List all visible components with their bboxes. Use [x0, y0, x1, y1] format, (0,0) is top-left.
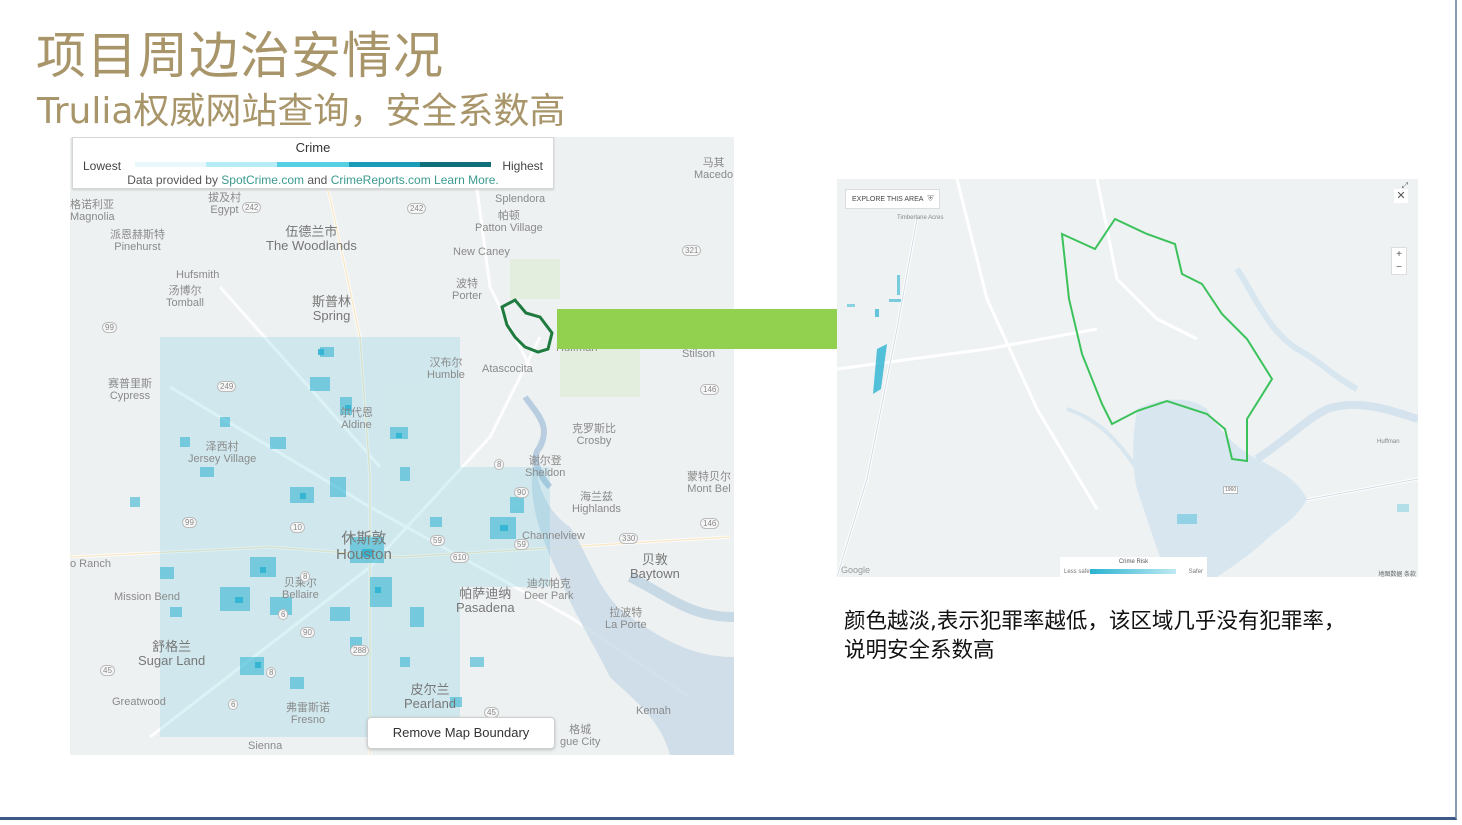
- place-label: Greatwood: [112, 696, 166, 708]
- place-label: Channelview: [522, 530, 585, 542]
- place-label: 弗雷斯诺 Fresno: [286, 702, 330, 726]
- crime-legend: Crime Lowest Highest Data provided by Sp…: [72, 137, 554, 189]
- description-line-1: 颜色越淡,表示犯罪率越低，该区域几乎没有犯罪率，: [844, 609, 1346, 634]
- source-and: and: [303, 173, 331, 187]
- route-shield: 90: [514, 487, 529, 498]
- route-shield: 99: [102, 322, 117, 333]
- place-label: 帕顿 Patton Village: [475, 210, 543, 234]
- legend-color-scale: [135, 162, 492, 167]
- legend-swatch: [277, 162, 349, 167]
- route-shield: 90: [300, 627, 315, 638]
- risk-color-scale: [1090, 569, 1176, 574]
- place-label: New Caney: [453, 246, 510, 258]
- route-shield: 59: [430, 535, 445, 546]
- place-label: 帕萨迪纳 Pasadena: [456, 586, 515, 615]
- crime-risk-map-detail[interactable]: Timberlane Acres Huffman 1960 EXPLORE TH…: [837, 179, 1418, 577]
- risk-legend-title: Crime Risk: [1118, 559, 1149, 565]
- place-label-timberlane: Timberlane Acres: [897, 215, 944, 221]
- shield-icon: ⛨: [927, 194, 934, 203]
- explore-label: EXPLORE THIS AREA: [852, 196, 924, 203]
- place-label: 赛普里斯 Cypress: [108, 378, 152, 402]
- route-shield: 610: [450, 552, 470, 563]
- place-label: 舒格兰 Sugar Land: [138, 639, 206, 668]
- route-shield: 330: [619, 533, 639, 544]
- crimereports-link[interactable]: CrimeReports.com: [331, 173, 431, 187]
- place-label: Splendora: [495, 193, 546, 205]
- route-shield: 288: [350, 645, 370, 656]
- zoom-in-button[interactable]: +: [1392, 248, 1406, 261]
- place-label: 尔代恩 Aldine: [340, 407, 373, 431]
- slide-subtitle: Trulia权威网站查询，安全系数高: [37, 91, 566, 132]
- place-label: 皮尔兰 Pearland: [404, 682, 457, 711]
- place-label: 波特 Porter: [452, 278, 482, 302]
- legend-swatch: [206, 162, 278, 167]
- place-label: 格诺利亚 Magnolia: [70, 199, 115, 223]
- place-label: 海兰兹 Highlands: [572, 491, 621, 515]
- place-label: 拉波特 La Porte: [605, 607, 647, 631]
- place-label: 马其 Macedo: [694, 157, 734, 181]
- place-label: 伍德兰市 The Woodlands: [266, 224, 357, 253]
- explore-this-area-button[interactable]: EXPLORE THIS AREA ⛨: [845, 189, 941, 209]
- place-label: 汤博尔 Tomball: [166, 285, 204, 309]
- route-shield: 242: [242, 202, 262, 213]
- legend-swatch: [135, 162, 207, 167]
- route-shield: 45: [100, 665, 115, 676]
- spotcrime-link[interactable]: SpotCrime.com: [221, 173, 304, 187]
- route-shield: 146: [700, 518, 720, 529]
- legend-data-source: Data provided by SpotCrime.com and Crime…: [73, 173, 553, 187]
- place-label: 贝莱尔 Bellaire: [282, 577, 319, 601]
- description-line-2: 说明安全系数高: [844, 638, 995, 663]
- place-label: Hufsmith: [176, 269, 220, 281]
- place-label: 汉布尔 Humble: [427, 357, 465, 381]
- place-label: 克罗斯比 Crosby: [572, 423, 616, 447]
- route-shield: 249: [217, 381, 237, 392]
- source-prefix: Data provided by: [127, 173, 222, 187]
- map-data-terms[interactable]: 地图数据 条款: [1378, 569, 1416, 577]
- legend-title: Crime: [295, 140, 331, 155]
- place-label: 蒙特贝尔 Mont Bel: [687, 471, 731, 495]
- legend-highest-label: Highest: [502, 159, 543, 173]
- place-label: 贝敦 Baytown: [630, 552, 680, 581]
- route-shield: 10: [290, 522, 305, 533]
- legend-swatch: [348, 162, 420, 167]
- learn-more-link[interactable]: Learn More.: [431, 173, 499, 187]
- place-label: 迪尔帕克 Deer Park: [524, 578, 574, 602]
- place-label-huffman: Huffman: [1377, 439, 1400, 445]
- zoom-control: + −: [1391, 247, 1407, 275]
- close-icon[interactable]: ✕: [1394, 189, 1408, 203]
- place-label: 拔及村 Egypt: [208, 192, 241, 216]
- place-label: Sienna: [248, 740, 283, 752]
- risk-safer-label: Safer: [1188, 569, 1203, 575]
- place-label: 泽西村 Jersey Village: [188, 441, 257, 465]
- place-label: Atascocita: [482, 363, 533, 375]
- place-label: 派恩赫斯特 Pinehurst: [110, 229, 165, 253]
- crime-map-houston[interactable]: 拔及村 Egypt 格诺利亚 Magnolia 派恩赫斯特 Pinehurst 伍德兰…: [70, 137, 734, 755]
- place-label: 格城 gue City: [560, 724, 601, 748]
- route-shield: 321: [682, 245, 702, 256]
- google-logo: Google: [841, 565, 871, 575]
- place-label: Mission Bend: [114, 591, 181, 603]
- slide-title: 项目周边治安情况: [36, 27, 444, 85]
- risk-less-safe-label: Less safe: [1064, 569, 1090, 575]
- remove-map-boundary-button[interactable]: Remove Map Boundary: [367, 717, 555, 749]
- route-shield: 146: [700, 384, 720, 395]
- crime-risk-legend: Crime Risk Less safe Safer: [1060, 557, 1207, 577]
- legend-swatch: [419, 162, 492, 167]
- legend-lowest-label: Lowest: [83, 159, 122, 173]
- route-shield: 242: [407, 203, 427, 214]
- place-label: 谢尔登 Sheldon: [525, 455, 566, 479]
- place-label: o Ranch: [70, 558, 111, 570]
- slide-description: 颜色越淡,表示犯罪率越低，该区域几乎没有犯罪率， 说明安全系数高: [844, 607, 1434, 665]
- route-shield-1960: 1960: [1223, 486, 1239, 494]
- detail-map-canvas: [837, 179, 1418, 577]
- route-shield: 99: [182, 517, 197, 528]
- place-label: 斯普林 Spring: [312, 294, 352, 323]
- route-shield: 59: [514, 539, 529, 550]
- zoom-out-button[interactable]: −: [1392, 261, 1406, 274]
- place-label: 休斯敦 Houston: [336, 530, 392, 563]
- place-label: Kemah: [636, 705, 671, 717]
